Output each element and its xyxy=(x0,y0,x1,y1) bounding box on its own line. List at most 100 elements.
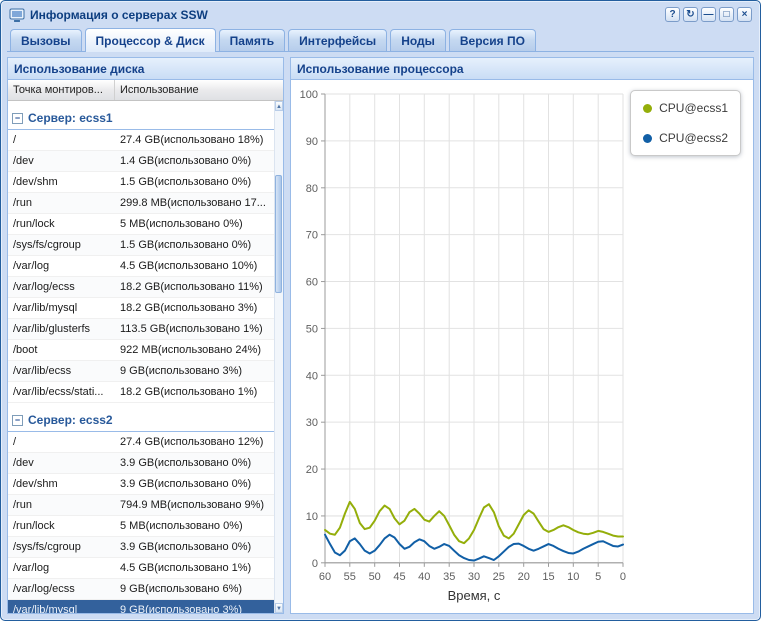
usage-cell: 3.9 GB(использовано 0%) xyxy=(115,474,274,494)
refresh-button[interactable]: ↻ xyxy=(683,7,698,22)
table-row[interactable]: /27.4 GB(использовано 12%) xyxy=(8,432,274,453)
mount-point-cell: /dev/shm xyxy=(8,172,115,192)
server-monitor-icon xyxy=(9,7,25,23)
minimize-button[interactable]: — xyxy=(701,7,716,22)
mount-point-cell: /sys/fs/cgroup xyxy=(8,537,115,557)
legend-marker-icon xyxy=(643,104,652,113)
usage-cell: 27.4 GB(использовано 12%) xyxy=(115,432,274,452)
tab-interfaces[interactable]: Интерфейсы xyxy=(288,29,387,51)
column-header-mount-point[interactable]: Точка монтиров... xyxy=(8,80,115,100)
table-row[interactable]: /var/lib/mysql18.2 GB(использовано 3%) xyxy=(8,298,274,319)
tab-software-version[interactable]: Версия ПО xyxy=(449,29,536,51)
svg-text:20: 20 xyxy=(518,571,530,583)
table-row[interactable]: /var/lib/glusterfs113.5 GB(использовано … xyxy=(8,319,274,340)
maximize-button[interactable]: □ xyxy=(719,7,734,22)
help-button[interactable]: ? xyxy=(665,7,680,22)
table-row[interactable]: /sys/fs/cgroup3.9 GB(использовано 0%) xyxy=(8,537,274,558)
mount-point-cell: /sys/fs/cgroup xyxy=(8,235,115,255)
table-row[interactable]: /27.4 GB(использовано 18%) xyxy=(8,130,274,151)
table-row[interactable]: /var/log/ecss9 GB(использовано 6%) xyxy=(8,579,274,600)
collapse-icon[interactable]: − xyxy=(12,415,23,426)
table-row[interactable]: /run/lock5 MB(использовано 0%) xyxy=(8,516,274,537)
table-row[interactable]: /var/lib/mysql9 GB(использовано 3%) xyxy=(8,600,274,613)
usage-cell: 922 MB(использовано 24%) xyxy=(115,340,274,360)
table-row[interactable]: /run/lock5 MB(использовано 0%) xyxy=(8,214,274,235)
usage-cell: 18.2 GB(использовано 3%) xyxy=(115,298,274,318)
svg-text:10: 10 xyxy=(567,571,579,583)
mount-point-cell: /run/lock xyxy=(8,516,115,536)
table-row[interactable]: /sys/fs/cgroup1.5 GB(использовано 0%) xyxy=(8,235,274,256)
mount-point-cell: /dev xyxy=(8,151,115,171)
disk-panel-title: Использование диска xyxy=(8,58,283,80)
legend-label: CPU@ecss2 xyxy=(659,131,728,145)
mount-point-cell: /var/lib/mysql xyxy=(8,600,115,613)
svg-text:15: 15 xyxy=(542,571,554,583)
cpu-usage-panel: Использование процессора 010203040506070… xyxy=(290,57,754,614)
table-row[interactable]: /run794.9 MB(использовано 9%) xyxy=(8,495,274,516)
usage-cell: 1.5 GB(использовано 0%) xyxy=(115,172,274,192)
group-label: Сервер: ecss2 xyxy=(28,413,113,427)
column-header-usage[interactable]: Использование xyxy=(115,80,283,100)
legend-item[interactable]: CPU@ecss1 xyxy=(643,101,728,115)
scroll-up-icon[interactable]: ▲ xyxy=(275,101,283,111)
mount-point-cell: /var/lib/ecss xyxy=(8,361,115,381)
mount-point-cell: / xyxy=(8,432,115,452)
close-button[interactable]: × xyxy=(737,7,752,22)
group-header[interactable]: −Сервер: ecss1 xyxy=(8,101,274,130)
window-titlebar: Информация о серверах SSW ? ↻ — □ × xyxy=(7,4,754,25)
mount-point-cell: /var/lib/ecss/stati... xyxy=(8,382,115,402)
mount-point-cell: /run xyxy=(8,495,115,515)
table-row[interactable]: /var/log/ecss18.2 GB(использовано 11%) xyxy=(8,277,274,298)
svg-text:90: 90 xyxy=(306,136,318,148)
svg-text:0: 0 xyxy=(312,558,318,570)
mount-point-cell: /var/lib/glusterfs xyxy=(8,319,115,339)
usage-cell: 3.9 GB(использовано 0%) xyxy=(115,537,274,557)
tab-memory[interactable]: Память xyxy=(219,29,285,51)
cpu-line-chart: 0102030405060708090100605550454035302520… xyxy=(291,80,753,613)
scroll-down-icon[interactable]: ▼ xyxy=(275,603,283,613)
table-row[interactable]: /boot922 MB(использовано 24%) xyxy=(8,340,274,361)
usage-cell: 9 GB(использовано 3%) xyxy=(115,361,274,381)
vertical-scrollbar[interactable]: ▲ ▼ xyxy=(274,101,283,613)
table-row[interactable]: /dev/shm1.5 GB(использовано 0%) xyxy=(8,172,274,193)
table-row[interactable]: /var/log4.5 GB(использовано 1%) xyxy=(8,558,274,579)
table-row[interactable]: /dev/shm3.9 GB(использовано 0%) xyxy=(8,474,274,495)
tab-nodes[interactable]: Ноды xyxy=(390,29,446,51)
scrollbar-thumb[interactable] xyxy=(275,175,282,293)
cpu-chart-area: 0102030405060708090100605550454035302520… xyxy=(291,80,753,613)
svg-text:30: 30 xyxy=(468,571,480,583)
mount-point-cell: /dev xyxy=(8,453,115,473)
collapse-icon[interactable]: − xyxy=(12,113,23,124)
svg-text:20: 20 xyxy=(306,464,318,476)
svg-text:25: 25 xyxy=(493,571,505,583)
mount-point-cell: /var/log/ecss xyxy=(8,277,115,297)
svg-text:5: 5 xyxy=(595,571,601,583)
disk-grid-body: −Сервер: ecss1/27.4 GB(использовано 18%)… xyxy=(8,101,283,613)
table-row[interactable]: /var/lib/ecss9 GB(использовано 3%) xyxy=(8,361,274,382)
svg-text:0: 0 xyxy=(620,571,626,583)
table-row[interactable]: /run299.8 MB(использовано 17... xyxy=(8,193,274,214)
usage-cell: 1.5 GB(использовано 0%) xyxy=(115,235,274,255)
group-header[interactable]: −Сервер: ecss2 xyxy=(8,403,274,432)
svg-text:Время, с: Время, с xyxy=(448,588,501,603)
mount-point-cell: /var/log/ecss xyxy=(8,579,115,599)
chart-legend: CPU@ecss1 CPU@ecss2 xyxy=(630,90,741,156)
usage-cell: 5 MB(использовано 0%) xyxy=(115,516,274,536)
tab-calls[interactable]: Вызовы xyxy=(10,29,82,51)
table-row[interactable]: /var/lib/ecss/stati...18.2 GB(использова… xyxy=(8,382,274,403)
legend-item[interactable]: CPU@ecss2 xyxy=(643,131,728,145)
table-row[interactable]: /var/log4.5 GB(использовано 10%) xyxy=(8,256,274,277)
table-row[interactable]: /dev3.9 GB(использовано 0%) xyxy=(8,453,274,474)
mount-point-cell: /run xyxy=(8,193,115,213)
svg-text:35: 35 xyxy=(443,571,455,583)
table-row[interactable]: /dev1.4 GB(использовано 0%) xyxy=(8,151,274,172)
window-controls: ? ↻ — □ × xyxy=(665,7,752,22)
cpu-panel-title: Использование процессора xyxy=(291,58,753,80)
usage-cell: 4.5 GB(использовано 10%) xyxy=(115,256,274,276)
svg-text:45: 45 xyxy=(393,571,405,583)
tab-cpu-disk[interactable]: Процессор & Диск xyxy=(85,28,216,52)
usage-cell: 27.4 GB(использовано 18%) xyxy=(115,130,274,150)
scrollbar-track[interactable] xyxy=(275,111,283,603)
legend-marker-icon xyxy=(643,134,652,143)
mount-point-cell: /run/lock xyxy=(8,214,115,234)
